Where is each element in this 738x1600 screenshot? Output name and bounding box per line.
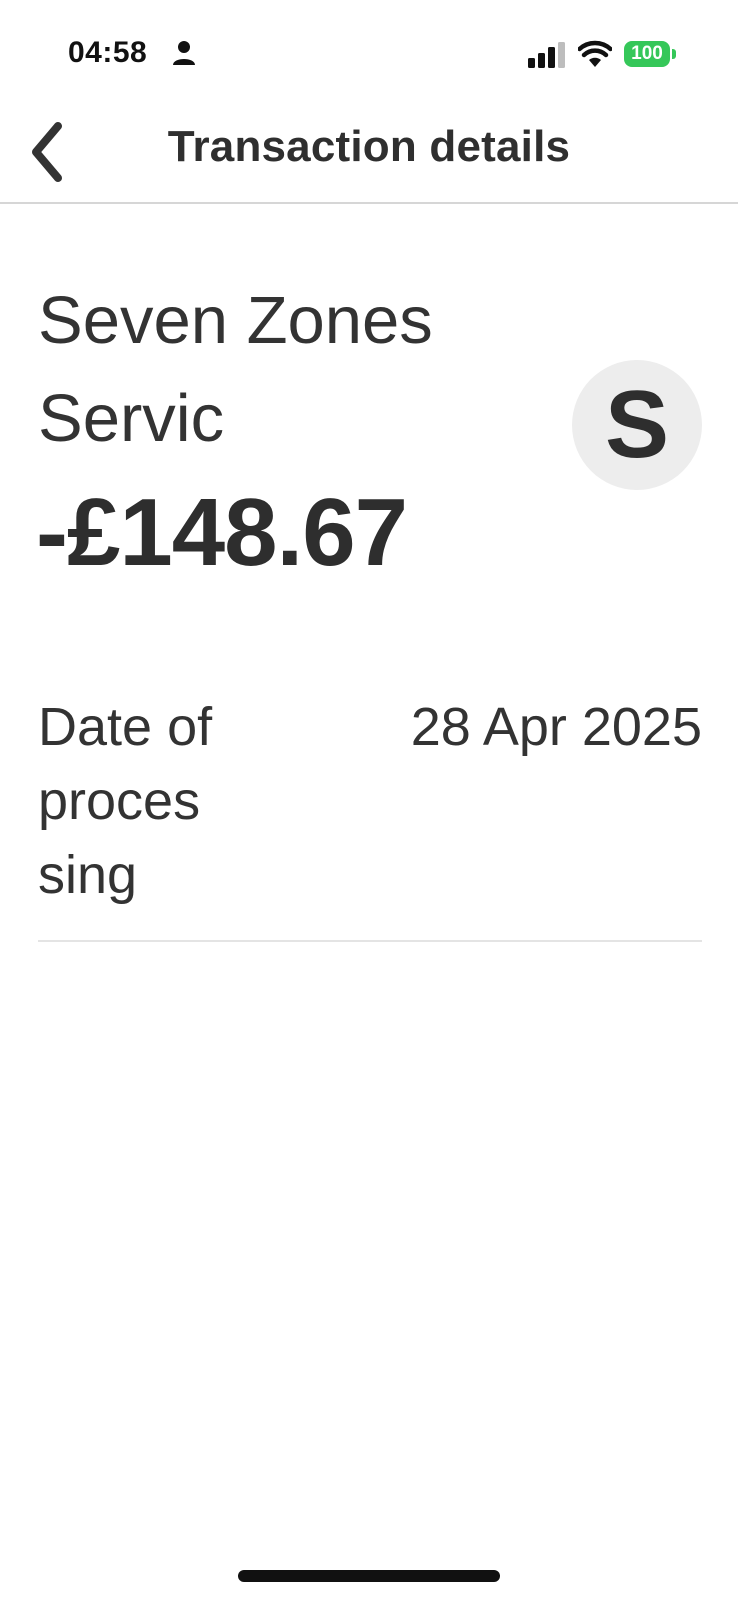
transaction-details-screen: 04:58 100 Transaction details Seven Zone… — [0, 0, 738, 1600]
battery-level: 100 — [624, 41, 670, 67]
person-icon — [173, 41, 195, 65]
detail-label-line1: Date of — [38, 697, 213, 757]
home-indicator[interactable] — [238, 1570, 500, 1582]
battery-icon: 100 — [624, 41, 676, 69]
nav-bar: Transaction details — [0, 100, 738, 204]
status-time: 04:58 — [68, 36, 148, 69]
transaction-amount: -£148.67 — [36, 479, 408, 586]
merchant-name-line2: Servic — [38, 381, 225, 456]
signal-icon — [528, 42, 565, 68]
back-button[interactable] — [14, 116, 78, 188]
merchant-avatar: S — [572, 360, 702, 490]
detail-row-processing-date: Date of proces sing 28 Apr 2025 — [38, 690, 702, 942]
chevron-left-icon — [32, 122, 62, 182]
status-bar: 04:58 100 — [0, 0, 738, 100]
page-title: Transaction details — [167, 122, 571, 171]
detail-value: 28 Apr 2025 — [410, 697, 702, 757]
battery-cap — [672, 49, 676, 59]
merchant-name: Seven Zones Servic — [38, 272, 538, 468]
detail-label-line2: proces — [38, 771, 201, 831]
detail-label: Date of proces sing — [38, 690, 258, 912]
merchant-name-line1: Seven Zones — [38, 283, 433, 358]
wifi-icon — [578, 40, 612, 67]
detail-label-line3: sing — [38, 845, 138, 905]
